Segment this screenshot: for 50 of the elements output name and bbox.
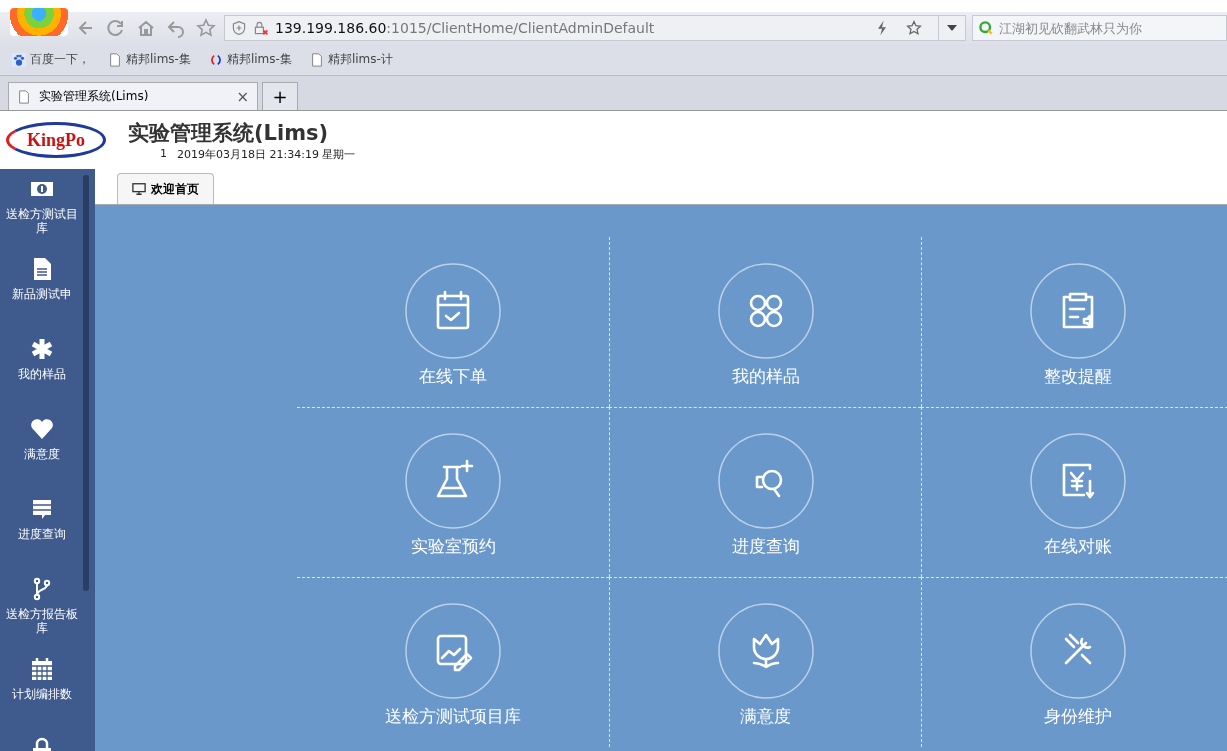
page-icon	[17, 89, 31, 104]
tools-icon	[1029, 603, 1126, 699]
sidebar-item[interactable]: 新品测试申	[0, 249, 84, 329]
monitor-icon	[132, 182, 146, 196]
yen-icon	[1029, 433, 1126, 529]
bookmark-item[interactable]: 百度一下，	[12, 51, 90, 68]
caret-icon	[947, 25, 957, 31]
clipboard-icon	[1029, 262, 1126, 359]
kingpo-logo: KingPo	[6, 122, 106, 158]
clover-icon	[717, 262, 814, 359]
shield-icon	[231, 20, 247, 36]
paw-icon	[12, 52, 26, 67]
date-time: 2019年03月18日 21:34:19 星期一	[177, 146, 356, 162]
swirl-icon	[208, 52, 223, 67]
page-tab[interactable]: 欢迎首页	[117, 173, 214, 204]
page-icon	[309, 52, 324, 67]
app-title: 实验管理系统(Lims)	[128, 119, 330, 147]
heart-icon	[30, 417, 54, 441]
star-icon[interactable]	[196, 18, 216, 38]
sidebar-item[interactable]: 我的样品	[0, 329, 84, 409]
browser-tab[interactable]: 实验管理系统(Lims) ×	[8, 82, 258, 110]
browser-logo-icon[interactable]	[10, 8, 68, 36]
sidebar-item[interactable]: 进度查询	[0, 489, 84, 569]
sidebar-item[interactable]: 计划编排数	[0, 649, 84, 729]
bookmark-item[interactable]: 精邦lims-集	[208, 51, 292, 68]
page-icon	[108, 52, 122, 67]
bookmark-item[interactable]: 精邦lims-集	[108, 51, 191, 68]
tulip-icon	[717, 603, 814, 699]
image-icon	[405, 603, 501, 699]
user-id: 1	[160, 146, 167, 162]
insecure-lock-icon	[253, 20, 269, 36]
close-tab-button[interactable]: ×	[236, 87, 249, 106]
undo-icon[interactable]	[166, 18, 186, 38]
message-icon	[30, 497, 54, 521]
refresh-icon[interactable]	[106, 18, 126, 38]
flask-icon	[405, 433, 501, 529]
asterisk-icon	[30, 337, 54, 361]
address-bar[interactable]: 139.199.186.60:1015/ClientHome/ClientAdminDefault	[224, 15, 966, 41]
sidebar-item[interactable]: 送检方报告板库	[0, 569, 84, 649]
new-tab-button[interactable]: +	[262, 82, 298, 110]
home-icon[interactable]	[136, 18, 156, 38]
bookmark-item[interactable]: 精邦lims-计	[309, 51, 393, 68]
calendar-icon	[405, 262, 501, 359]
search-icon	[717, 433, 814, 529]
url-text: 139.199.186.60:1015/ClientHome/ClientAdminDefault	[275, 20, 656, 36]
search-field[interactable]: 江湖初见砍翻武林只为你	[972, 15, 1227, 41]
sidebar-item[interactable]: 满意度	[0, 409, 84, 489]
star-icon[interactable]	[906, 20, 922, 36]
calendar-icon	[30, 657, 54, 681]
sidebar-item[interactable]: 送检方测试目库	[0, 169, 84, 249]
